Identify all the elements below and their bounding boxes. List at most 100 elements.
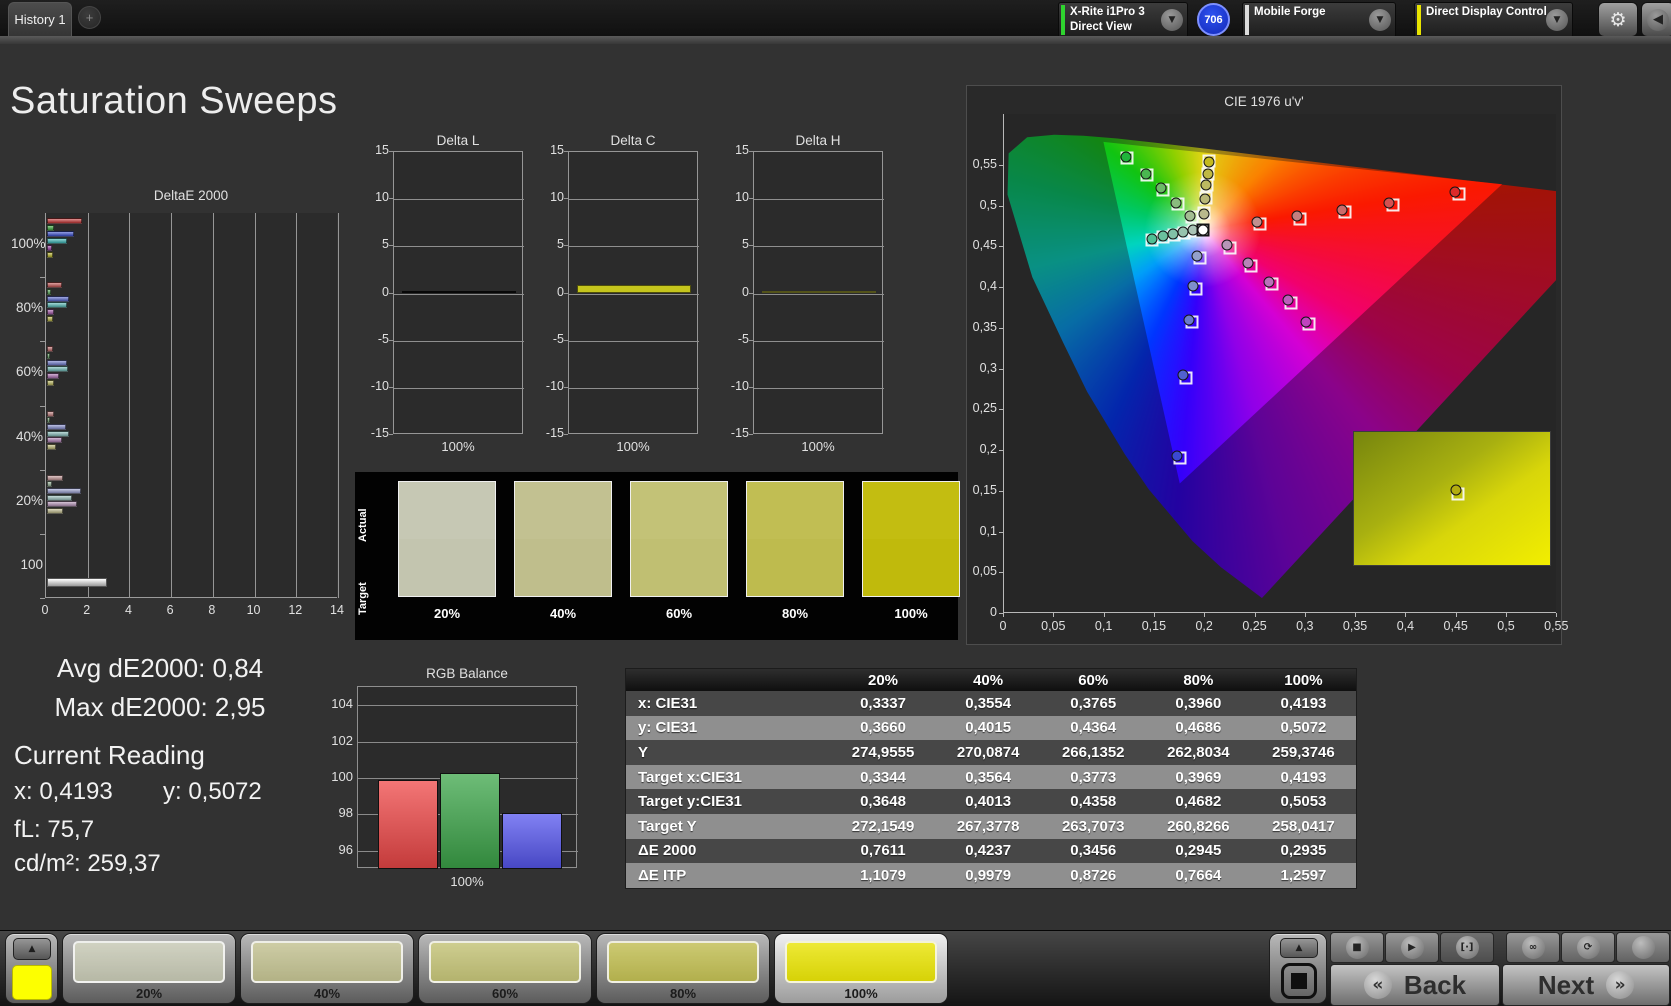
gridline (569, 199, 699, 201)
settings-gear-button[interactable]: ⚙ (1598, 2, 1638, 37)
table-row-label: y: CIE31 (638, 719, 698, 737)
x-axis-tick (1053, 613, 1055, 617)
y-tick-label: -5 (377, 331, 389, 346)
transport-continuous-button[interactable]: ∞ (1506, 932, 1560, 963)
cie-point-cyan (1146, 233, 1158, 245)
table-row-label: Target Y (638, 817, 697, 835)
gridline (129, 213, 131, 598)
actual-row-label: Actual (357, 508, 369, 542)
transport-play-button[interactable]: ▶ (1385, 932, 1439, 963)
x-axis-tick (1103, 613, 1105, 617)
cie-point-red (1291, 210, 1303, 222)
y-tick-label: -15 (545, 426, 564, 440)
axis-tick (564, 386, 568, 388)
patch-list-up-button[interactable]: ▲ (13, 938, 51, 960)
axis-tick (564, 245, 568, 247)
swatch-label: 40% (549, 606, 577, 621)
deltae-bar-red (47, 282, 62, 289)
back-label: Back (1403, 969, 1467, 1000)
y-tick-label: 100 (331, 769, 353, 784)
deltae-bar-magenta (47, 373, 60, 380)
table-cell: 0,7611 (860, 842, 906, 860)
gridline (394, 293, 524, 295)
patch-tile-40%[interactable]: 40% (240, 933, 414, 1004)
transport-single-measure-button[interactable]: [·] (1440, 932, 1494, 963)
transport-loop-button[interactable]: ⟳ (1561, 932, 1615, 963)
collapse-panel-button[interactable]: ◀ (1641, 2, 1671, 37)
swatch-actual (399, 482, 495, 539)
patch-tile-80%[interactable]: 80% (596, 933, 770, 1004)
add-tab-button[interactable]: + (78, 6, 101, 29)
gridline (569, 293, 699, 295)
cie-point-green (1170, 197, 1182, 209)
rgb-bar-red (378, 779, 438, 869)
table-cell: 0,5072 (1280, 719, 1327, 737)
axis-tick (40, 598, 45, 599)
table-cell: 0,7664 (1175, 866, 1222, 884)
cie-point-green (1155, 182, 1167, 194)
pattern-window-icon[interactable] (1281, 963, 1317, 999)
table-cell: 270,0874 (956, 743, 1020, 761)
transport-blank-button[interactable] (1616, 932, 1670, 963)
tab-history-1[interactable]: History 1 (8, 2, 72, 36)
device-dropdown-mobile-forge[interactable]: Mobile Forge ▼ (1242, 2, 1396, 38)
table-row-label: x: CIE31 (638, 694, 698, 712)
back-chevrons-icon: « (1363, 971, 1392, 999)
gridline (296, 213, 298, 598)
y-tick-label: 96 (338, 841, 353, 857)
next-button[interactable]: Next » (1502, 964, 1670, 1006)
cie-point-yellow (1200, 179, 1212, 191)
deltae-bar-yellow (47, 444, 56, 450)
chevron-down-icon[interactable]: ▼ (1369, 9, 1391, 31)
patch-tile-20%[interactable]: 20% (62, 933, 236, 1004)
patch-swatch (251, 941, 403, 983)
back-button[interactable]: « Back (1330, 964, 1500, 1006)
y-axis-tick (999, 246, 1003, 248)
chevron-down-icon[interactable]: ▼ (1161, 9, 1183, 31)
table-row: ΔE ITP 1,1079 0,9979 0,8726 0,7664 1,2597 (626, 863, 1356, 888)
table-cell: 0,3344 (860, 768, 906, 786)
y-tick-label: -5 (552, 331, 564, 346)
cie-point-magenta (1242, 257, 1254, 269)
gridline (754, 340, 884, 342)
gridline (394, 199, 524, 201)
axis-tick (389, 292, 393, 294)
table-row: Y 274,9555 270,0874 266,1352 262,8034 259,374… (626, 740, 1356, 765)
deltae-bar-green (47, 288, 51, 295)
axis-tick (749, 151, 753, 152)
single-measure-icon: [·] (1455, 936, 1479, 959)
axis-tick (389, 386, 393, 388)
swatch-label: 100% (894, 606, 928, 621)
x-tick-label: 0,25 (1242, 619, 1267, 633)
delta-c-chart: Delta C 15 10 5 0 -5 -10 -15 100% (540, 133, 705, 463)
x-tick-label: 2 (83, 603, 91, 617)
x-axis-tick (1304, 613, 1306, 617)
device-accent-bar (1245, 5, 1249, 35)
x-axis-label: 100% (801, 439, 835, 454)
bottom-control-bar: ▲ 20% 40% 60% 80% 100% ▲ ■ ▶ [·] ∞ ⟳ « Back Next » (0, 930, 1671, 1006)
device-dropdown-direct-display-control[interactable]: Direct Display Control ▼ (1414, 2, 1573, 38)
chevron-down-icon[interactable]: ▼ (1546, 9, 1568, 31)
y-tick-label: 0,05 (972, 564, 997, 579)
group-label: 100% (11, 236, 46, 252)
avg-de2000: Avg dE2000: 0,84 (56, 653, 264, 683)
patch-tile-60%[interactable]: 60% (418, 933, 592, 1004)
device-dropdown-x-rite-i1pro-3[interactable]: X-Rite i1Pro 3 Direct View ▼ (1058, 2, 1188, 38)
table-header-cell: 80% (1183, 671, 1214, 689)
y-tick-label: -10 (370, 378, 389, 393)
y-tick-label: 0,2 (979, 442, 997, 456)
deltae2000-plot (45, 213, 339, 598)
top-bar: History 1 + X-Rite i1Pro 3 Direct View ▼ Mobi… (0, 0, 1671, 38)
delta_l-bar (402, 291, 516, 294)
display-list-up-button[interactable]: ▲ (1280, 938, 1318, 958)
y-tick-label: 10 (550, 190, 564, 205)
x-axis-label: 100% (441, 439, 475, 454)
table-cell: 263,7073 (1061, 817, 1125, 835)
current-patch-color-swatch (12, 965, 52, 1000)
table-cell: 0,2935 (1280, 842, 1327, 860)
patch-tile-100%[interactable]: 100% (774, 933, 948, 1004)
deltae-bar-cyan (47, 302, 68, 309)
pattern-window-icon-fill (1291, 973, 1307, 989)
cie-point-magenta (1300, 316, 1312, 328)
transport-stop-button[interactable]: ■ (1330, 932, 1384, 963)
